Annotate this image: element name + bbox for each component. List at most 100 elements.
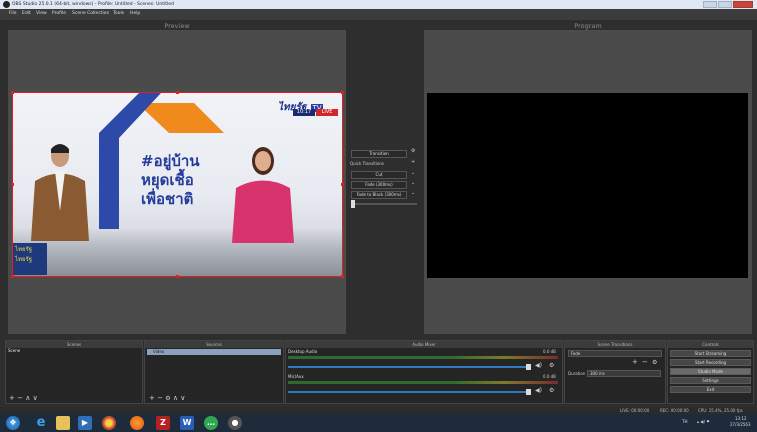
- live-badge: LIVE: [316, 109, 338, 116]
- up-arrow-icon[interactable]: ∧: [173, 394, 178, 402]
- clock: 10:17: [293, 109, 315, 116]
- obs-taskbar-icon[interactable]: ●: [228, 416, 242, 430]
- menu-edit[interactable]: Edit: [22, 11, 31, 16]
- scene-transitions-title: Scene Transitions: [565, 341, 665, 348]
- maximize-button[interactable]: [718, 1, 732, 8]
- chevron-down-icon[interactable]: ⌄: [411, 180, 415, 186]
- filezilla-icon[interactable]: Z: [156, 416, 170, 430]
- scenes-toolbar: + − ∧ ∨: [9, 394, 38, 402]
- scene-line3: เพื่อชาติ: [141, 190, 194, 208]
- down-arrow-icon[interactable]: ∨: [180, 394, 185, 402]
- resize-handle[interactable]: [341, 183, 344, 186]
- up-arrow-icon[interactable]: ∧: [25, 394, 30, 402]
- chrome-icon[interactable]: [102, 416, 116, 430]
- audio-mixer-dock: Audio Mixer: [285, 340, 563, 404]
- language-indicator[interactable]: TH: [682, 419, 687, 425]
- gear-icon[interactable]: ⚙: [165, 395, 170, 402]
- duration-input[interactable]: 300 ms: [587, 370, 661, 377]
- firefox-icon[interactable]: [130, 416, 144, 430]
- volume-slider[interactable]: [288, 391, 528, 393]
- mixer-channel-db: 0.0 dB: [543, 349, 556, 354]
- resize-handle[interactable]: [176, 275, 179, 278]
- mixer-title: Audio Mixer: [286, 341, 562, 348]
- close-button[interactable]: [733, 1, 753, 8]
- chevron-down-icon[interactable]: ⌄: [411, 190, 415, 196]
- down-arrow-icon[interactable]: ∨: [33, 394, 38, 402]
- transition-cut[interactable]: Cut: [351, 171, 407, 179]
- audio-level-meter: [288, 381, 558, 384]
- obs-app-icon: [3, 1, 10, 8]
- minimize-button[interactable]: [703, 1, 717, 8]
- quick-transitions-label: Quick Transitions: [350, 161, 385, 166]
- remove-icon[interactable]: −: [642, 358, 648, 366]
- exit-button[interactable]: Exit: [670, 386, 751, 393]
- preview-label: Preview: [164, 22, 190, 30]
- resize-handle[interactable]: [341, 275, 344, 278]
- female-anchor: [232, 147, 294, 243]
- transition-fade-black[interactable]: Fade to Black (300ms): [351, 191, 407, 199]
- windows-taskbar: ❖ e ▶ Z W … ● TH ▴ ◀) ⚑ 13:12 27/3/2563: [0, 414, 757, 432]
- channel-logo: ไทยรัฐ TV: [278, 102, 323, 113]
- mixer-channel-db: 0.0 dB: [543, 374, 556, 379]
- gear-icon[interactable]: ⚙: [411, 148, 415, 154]
- start-recording-button[interactable]: Start Recording: [670, 359, 751, 366]
- mixer-channel-name: Mic/Aux: [288, 374, 304, 379]
- resize-handle[interactable]: [11, 91, 14, 94]
- menu-file[interactable]: File: [9, 11, 17, 16]
- transition-select[interactable]: Fade: [568, 350, 662, 357]
- plus-icon[interactable]: +: [411, 159, 415, 165]
- start-button-icon[interactable]: ❖: [6, 416, 20, 430]
- volume-slider-handle[interactable]: [526, 364, 531, 370]
- menu-profile[interactable]: Profile: [52, 11, 66, 16]
- corner-logo-line1: ไทยรัฐ: [15, 246, 33, 253]
- studio-mode-button[interactable]: Studio Mode: [670, 368, 751, 375]
- settings-button[interactable]: Settings: [670, 377, 751, 384]
- resize-handle[interactable]: [11, 183, 14, 186]
- source-item[interactable]: Video: [147, 349, 281, 355]
- gear-icon[interactable]: ⚙: [549, 362, 554, 369]
- add-icon[interactable]: +: [632, 358, 638, 366]
- transition-button[interactable]: Transition: [351, 150, 407, 158]
- scenes-title: Scenes: [6, 341, 142, 348]
- resize-handle[interactable]: [176, 91, 179, 94]
- audio-level-meter: [288, 356, 558, 359]
- sources-title: Sources: [145, 341, 283, 348]
- tbar-handle[interactable]: [351, 200, 355, 208]
- line-icon[interactable]: …: [204, 416, 218, 430]
- speaker-icon[interactable]: ◀): [535, 362, 542, 369]
- word-icon[interactable]: W: [180, 416, 194, 430]
- menu-tools[interactable]: Tools: [113, 11, 124, 16]
- resize-handle[interactable]: [341, 91, 344, 94]
- duration-label: Duration: [568, 371, 586, 376]
- start-streaming-button[interactable]: Start Streaming: [670, 350, 751, 357]
- add-icon[interactable]: +: [149, 394, 155, 402]
- media-icon[interactable]: ▶: [78, 416, 92, 430]
- volume-slider-handle[interactable]: [526, 389, 531, 395]
- transition-fade[interactable]: Fade (300ms): [351, 181, 407, 189]
- controls-title: Controls: [668, 341, 753, 348]
- menu-scene-collection[interactable]: Scene Collection: [72, 11, 109, 16]
- volume-slider[interactable]: [288, 366, 528, 368]
- male-anchor: [31, 144, 89, 241]
- menu-help[interactable]: Help: [130, 11, 140, 16]
- preview-video-source[interactable]: #อยู่บ้าน หยุดเชื้อ เพื่อชาติ ไทยรัฐ TV …: [12, 92, 343, 277]
- program-output: [427, 93, 748, 278]
- taskbar-date: 27/3/2563: [730, 422, 751, 427]
- tray-icons[interactable]: ▴ ◀) ⚑: [697, 419, 710, 425]
- gear-icon[interactable]: ⚙: [549, 387, 554, 394]
- chevron-down-icon[interactable]: ⌄: [411, 170, 415, 176]
- remove-icon[interactable]: −: [17, 394, 23, 402]
- resize-handle[interactable]: [11, 275, 14, 278]
- window-titlebar: OBS Studio 25.0.1 (64-bit, windows) - Pr…: [0, 0, 757, 9]
- add-icon[interactable]: +: [9, 394, 15, 402]
- sources-toolbar: + − ⚙ ∧ ∨: [149, 394, 185, 402]
- ie-icon[interactable]: e: [34, 416, 48, 430]
- menu-view[interactable]: View: [36, 11, 47, 16]
- speaker-icon[interactable]: ◀): [535, 387, 542, 394]
- program-label: Program: [574, 22, 602, 30]
- remove-icon[interactable]: −: [157, 394, 163, 402]
- folder-icon[interactable]: [56, 416, 70, 430]
- scene-item[interactable]: Scene: [6, 348, 142, 354]
- gear-icon[interactable]: ⚙: [652, 359, 657, 366]
- tbar-track[interactable]: [351, 203, 417, 205]
